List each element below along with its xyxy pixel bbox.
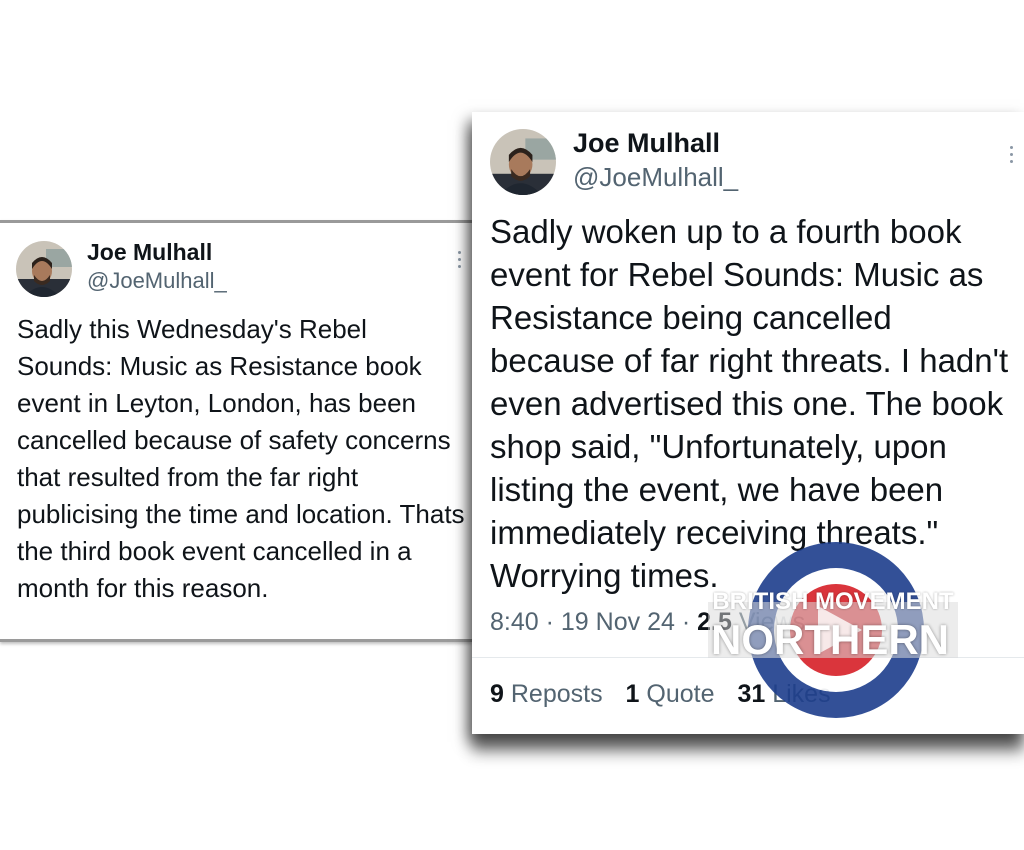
author-handle[interactable]: @JoeMulhall_ bbox=[87, 268, 227, 294]
meta-separator: · bbox=[681, 608, 691, 636]
author-name[interactable]: Joe Mulhall bbox=[573, 128, 720, 159]
likes-stat[interactable]: 31 Likes bbox=[737, 680, 830, 708]
tweet-meta: 8:40 · 19 Nov 24 · 2.5 Views bbox=[490, 608, 805, 637]
author-handle[interactable]: @JoeMulhall_ bbox=[573, 162, 738, 193]
views-label: Views bbox=[738, 608, 806, 636]
right-tweet-card: Joe Mulhall @JoeMulhall_ Sadly woken up … bbox=[472, 112, 1024, 734]
divider bbox=[472, 657, 1024, 658]
meta-separator: · bbox=[545, 608, 554, 636]
tweet-text: Sadly this Wednesday's Rebel Sounds: Mus… bbox=[17, 314, 465, 603]
more-options-icon[interactable] bbox=[1010, 146, 1013, 163]
avatar[interactable] bbox=[16, 241, 72, 297]
quote-stat[interactable]: 1 Quote bbox=[626, 680, 715, 708]
reposts-stat[interactable]: 9 Reposts bbox=[490, 680, 603, 708]
engagement-stats: 9 Reposts 1 Quote 31 Likes bbox=[490, 680, 847, 709]
tweet-text: Sadly woken up to a fourth book event fo… bbox=[490, 213, 1009, 594]
left-tweet-card: Joe Mulhall @JoeMulhall_ Sadly this Wedn… bbox=[0, 220, 472, 642]
views-count: 2.5 bbox=[697, 608, 732, 636]
tweet-time[interactable]: 8:40 bbox=[490, 608, 539, 636]
avatar[interactable] bbox=[490, 129, 556, 195]
more-options-icon[interactable] bbox=[458, 251, 461, 268]
author-name[interactable]: Joe Mulhall bbox=[87, 239, 212, 266]
tweet-date[interactable]: 19 Nov 24 bbox=[561, 608, 675, 636]
